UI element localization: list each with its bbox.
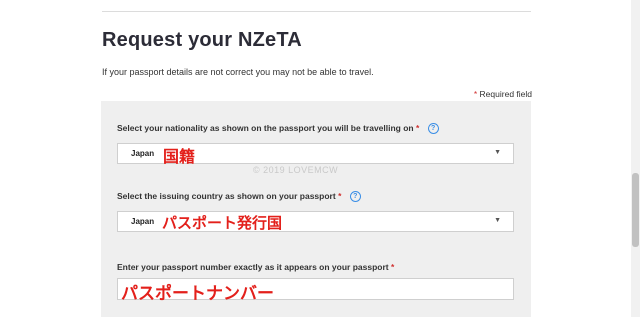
required-star: * bbox=[338, 191, 342, 201]
page-title: Request your NZeTA bbox=[102, 29, 302, 51]
passport-number-label-text: Enter your passport number exactly as it… bbox=[117, 262, 389, 272]
scrollbar-thumb[interactable] bbox=[632, 173, 639, 247]
required-star: * bbox=[415, 123, 420, 133]
required-field-label: Required field bbox=[479, 89, 532, 99]
nationality-label: Select your nationality as shown on the … bbox=[117, 123, 439, 135]
intro-text: If your passport details are not correct… bbox=[102, 67, 374, 77]
issuing-country-label-text: Select the issuing country as shown on y… bbox=[117, 191, 336, 201]
required-star: * bbox=[473, 89, 478, 99]
chevron-down-icon: ▼ bbox=[494, 217, 501, 224]
chevron-down-icon: ▼ bbox=[494, 149, 501, 156]
issuing-country-annotation: パスポート発行国 bbox=[162, 214, 283, 232]
required-field-note: * Required field bbox=[474, 89, 532, 99]
help-icon[interactable]: ? bbox=[349, 191, 361, 203]
scrollbar[interactable] bbox=[631, 0, 640, 317]
passport-number-label: Enter your passport number exactly as it… bbox=[117, 262, 394, 272]
nationality-label-text: Select your nationality as shown on the … bbox=[117, 123, 414, 133]
nationality-annotation: 国籍 bbox=[163, 147, 196, 166]
passport-number-annotation: パスポートナンバー bbox=[121, 284, 274, 304]
required-star: * bbox=[390, 262, 395, 272]
watermark: © 2019 LOVEMCW bbox=[253, 165, 339, 175]
top-divider bbox=[102, 11, 531, 12]
issuing-country-label: Select the issuing country as shown on y… bbox=[117, 191, 361, 203]
issuing-country-value: Japan bbox=[131, 217, 155, 226]
nationality-value: Japan bbox=[131, 149, 155, 158]
help-icon[interactable]: ? bbox=[427, 123, 439, 135]
